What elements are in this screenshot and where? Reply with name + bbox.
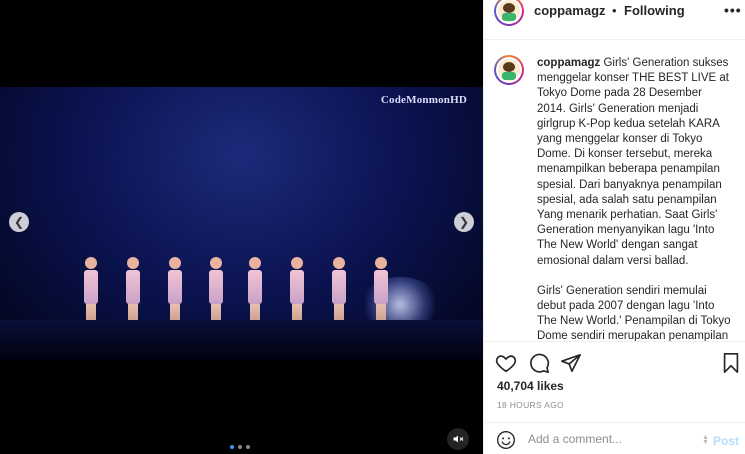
video-frame[interactable]: CodeMonmonHD bbox=[0, 87, 483, 360]
post-caption: coppamagz Girls' Generation sukses mengg… bbox=[537, 56, 733, 341]
post-actions: 40,704 likes 18 HOURS AGO bbox=[484, 341, 745, 421]
speaker-muted-icon bbox=[453, 435, 464, 443]
following-button[interactable]: Following bbox=[624, 3, 685, 18]
chevron-right-icon: ❯ bbox=[458, 215, 470, 229]
carousel-dot bbox=[246, 445, 250, 449]
comment-icon[interactable] bbox=[528, 352, 550, 374]
post-media[interactable]: CodeMonmonHD ❮ ❯ bbox=[0, 0, 483, 454]
scroll-arrows-icon: ▲ ▼ bbox=[702, 434, 709, 446]
send-icon[interactable] bbox=[560, 352, 582, 374]
carousel-dot bbox=[230, 445, 234, 449]
smiley-icon[interactable] bbox=[496, 430, 516, 450]
stage-floor bbox=[0, 320, 483, 360]
carousel-next-button[interactable]: ❯ bbox=[454, 212, 474, 232]
heart-icon[interactable] bbox=[495, 352, 517, 374]
comment-input[interactable] bbox=[528, 429, 688, 449]
carousel-prev-button[interactable]: ❮ bbox=[9, 212, 29, 232]
caption-text: Girls' Generation sukses menggelar konse… bbox=[537, 57, 729, 267]
video-watermark: CodeMonmonHD bbox=[380, 94, 467, 106]
header-separator: • bbox=[612, 3, 617, 18]
carousel-indicator bbox=[230, 445, 250, 449]
post-header: coppamagz • Following ••• bbox=[484, 0, 745, 40]
post-comment-button[interactable]: Post bbox=[713, 434, 739, 448]
avatar[interactable] bbox=[494, 55, 524, 85]
comment-bar: ▲▼ Post bbox=[484, 422, 745, 454]
likes-count[interactable]: 40,704 likes bbox=[497, 379, 564, 393]
post-timestamp[interactable]: 18 HOURS AGO bbox=[497, 400, 564, 410]
avatar[interactable] bbox=[494, 0, 524, 26]
post-side-panel: coppamagz • Following ••• coppamagz Girl… bbox=[483, 0, 745, 454]
bookmark-icon[interactable] bbox=[720, 352, 742, 374]
chevron-left-icon: ❮ bbox=[13, 215, 25, 229]
carousel-dot bbox=[238, 445, 242, 449]
caption-area[interactable]: coppamagz Girls' Generation sukses mengg… bbox=[484, 41, 745, 341]
mute-button[interactable] bbox=[447, 428, 469, 450]
caption-username[interactable]: coppamagz bbox=[537, 57, 600, 69]
more-options-button[interactable]: ••• bbox=[724, 2, 742, 18]
header-username[interactable]: coppamagz bbox=[534, 3, 606, 18]
caption-text: Girls' Generation sendiri memulai debut … bbox=[537, 284, 731, 341]
